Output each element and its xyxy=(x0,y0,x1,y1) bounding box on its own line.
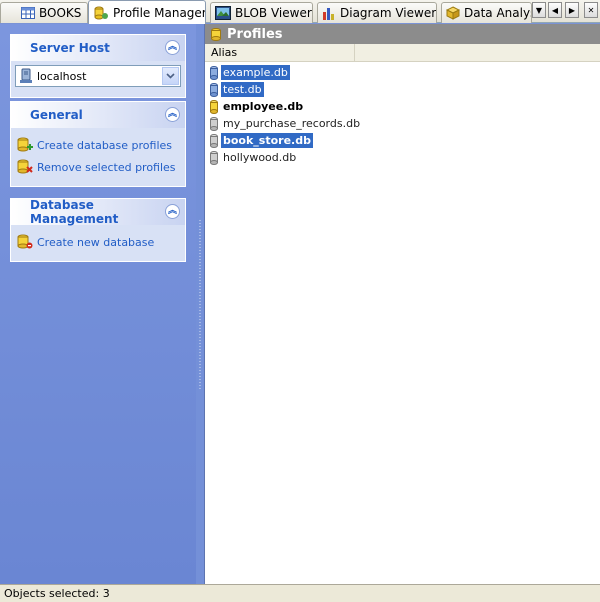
group-title: Database Management xyxy=(30,198,119,226)
remove-selected-profiles-link[interactable]: Remove selected profiles xyxy=(15,156,181,178)
profiles-list: example.db test.db employee.db my_purcha… xyxy=(205,62,600,166)
collapse-icon[interactable]: ︽ xyxy=(165,204,180,219)
yellow-db-icon xyxy=(210,99,218,114)
collapse-icon[interactable]: ︽ xyxy=(165,107,180,122)
blue-db-icon xyxy=(210,65,218,80)
db-remove-icon xyxy=(17,159,33,175)
server-icon xyxy=(19,68,33,84)
server-host-combo[interactable]: localhost xyxy=(15,65,181,87)
tab-label: BLOB Viewer xyxy=(235,6,312,20)
tab-profile-manager[interactable]: Profile Manager xyxy=(88,0,206,24)
pane-splitter[interactable] xyxy=(196,24,204,584)
task-label: Create new database xyxy=(37,235,155,249)
group-title: Server Host xyxy=(30,41,110,55)
create-new-database-link[interactable]: Create new database xyxy=(15,231,181,253)
tab-list-dropdown-button[interactable]: ▼ xyxy=(532,2,546,18)
arrow-left-icon: ◀ xyxy=(551,5,559,15)
general-header[interactable]: General ︽ xyxy=(11,102,185,128)
tab-scroll-right-button[interactable]: ▶ xyxy=(565,2,579,18)
tab-diagram-viewer[interactable]: Diagram Viewer xyxy=(317,2,437,23)
list-item[interactable]: hollywood.db xyxy=(210,149,600,166)
combo-value: localhost xyxy=(37,69,87,83)
task-label: Create database profiles xyxy=(37,138,173,152)
tab-strip: BOOKS Profile Manager BLOB Viewer Diagra… xyxy=(0,0,600,24)
profile-alias: employee.db xyxy=(223,100,304,113)
list-item[interactable]: test.db xyxy=(210,81,600,98)
tab-label: Diagram Viewer xyxy=(340,6,437,20)
collapse-icon[interactable]: ︽ xyxy=(165,40,180,55)
tab-label: Data Analys xyxy=(464,6,532,20)
gray-db-icon xyxy=(210,116,218,131)
blue-db-icon xyxy=(210,82,218,97)
chart-icon xyxy=(322,6,336,20)
list-item[interactable]: my_purchase_records.db xyxy=(210,115,600,132)
profiles-header: Profiles xyxy=(205,24,600,44)
profile-alias: hollywood.db xyxy=(223,151,297,164)
general-group: General ︽ Create database profiles Remov… xyxy=(10,101,186,187)
database-management-header[interactable]: Database Management ︽ xyxy=(11,198,185,226)
splitter-grip[interactable] xyxy=(199,219,201,389)
chevron-down-icon: ▼ xyxy=(535,5,543,15)
tab-label: Profile Manager xyxy=(113,5,206,20)
database-icon xyxy=(211,27,221,41)
gray-db-icon xyxy=(210,150,218,165)
status-bar: Objects selected: 3 xyxy=(0,584,600,602)
profile-alias: test.db xyxy=(221,82,264,97)
task-label: Remove selected profiles xyxy=(37,160,176,174)
db-add-icon xyxy=(17,137,33,153)
panel-title: Profiles xyxy=(227,26,283,42)
tab-books[interactable]: BOOKS xyxy=(0,2,88,23)
db-new-icon xyxy=(17,234,33,250)
arrow-right-icon: ▶ xyxy=(568,5,576,15)
tab-scroll-left-button[interactable]: ◀ xyxy=(548,2,562,18)
chevron-down-icon[interactable] xyxy=(162,67,179,85)
list-item[interactable]: employee.db xyxy=(210,98,600,115)
cube-icon xyxy=(446,6,460,20)
status-text: Objects selected: 3 xyxy=(4,587,110,600)
profile-alias: book_store.db xyxy=(221,133,313,148)
list-item[interactable]: example.db xyxy=(210,64,600,81)
tab-close-button[interactable]: ✕ xyxy=(584,2,598,18)
column-header-alias[interactable]: Alias xyxy=(205,43,355,62)
task-pane: Server Host ︽ localhost General ︽ Create… xyxy=(0,24,196,584)
profile-manager-icon xyxy=(93,5,109,21)
column-header-row: Alias xyxy=(205,43,600,62)
list-item[interactable]: book_store.db xyxy=(210,132,600,149)
close-icon: ✕ xyxy=(587,5,595,15)
image-icon xyxy=(215,6,231,20)
profiles-panel: Profiles Alias example.db test.db employ… xyxy=(204,24,600,584)
create-database-profiles-link[interactable]: Create database profiles xyxy=(15,134,181,156)
database-management-group: Database Management ︽ Create new databas… xyxy=(10,198,186,262)
server-host-group: Server Host ︽ localhost xyxy=(10,34,186,98)
gray-db-icon xyxy=(210,133,218,148)
profile-alias: example.db xyxy=(221,65,290,80)
tab-label: BOOKS xyxy=(39,6,82,20)
profile-alias: my_purchase_records.db xyxy=(223,117,361,130)
table-icon xyxy=(21,7,35,19)
server-host-header[interactable]: Server Host ︽ xyxy=(11,35,185,61)
tab-data-analysis[interactable]: Data Analys xyxy=(441,2,532,23)
tab-blob-viewer[interactable]: BLOB Viewer xyxy=(210,2,313,23)
group-title: General xyxy=(30,108,83,122)
